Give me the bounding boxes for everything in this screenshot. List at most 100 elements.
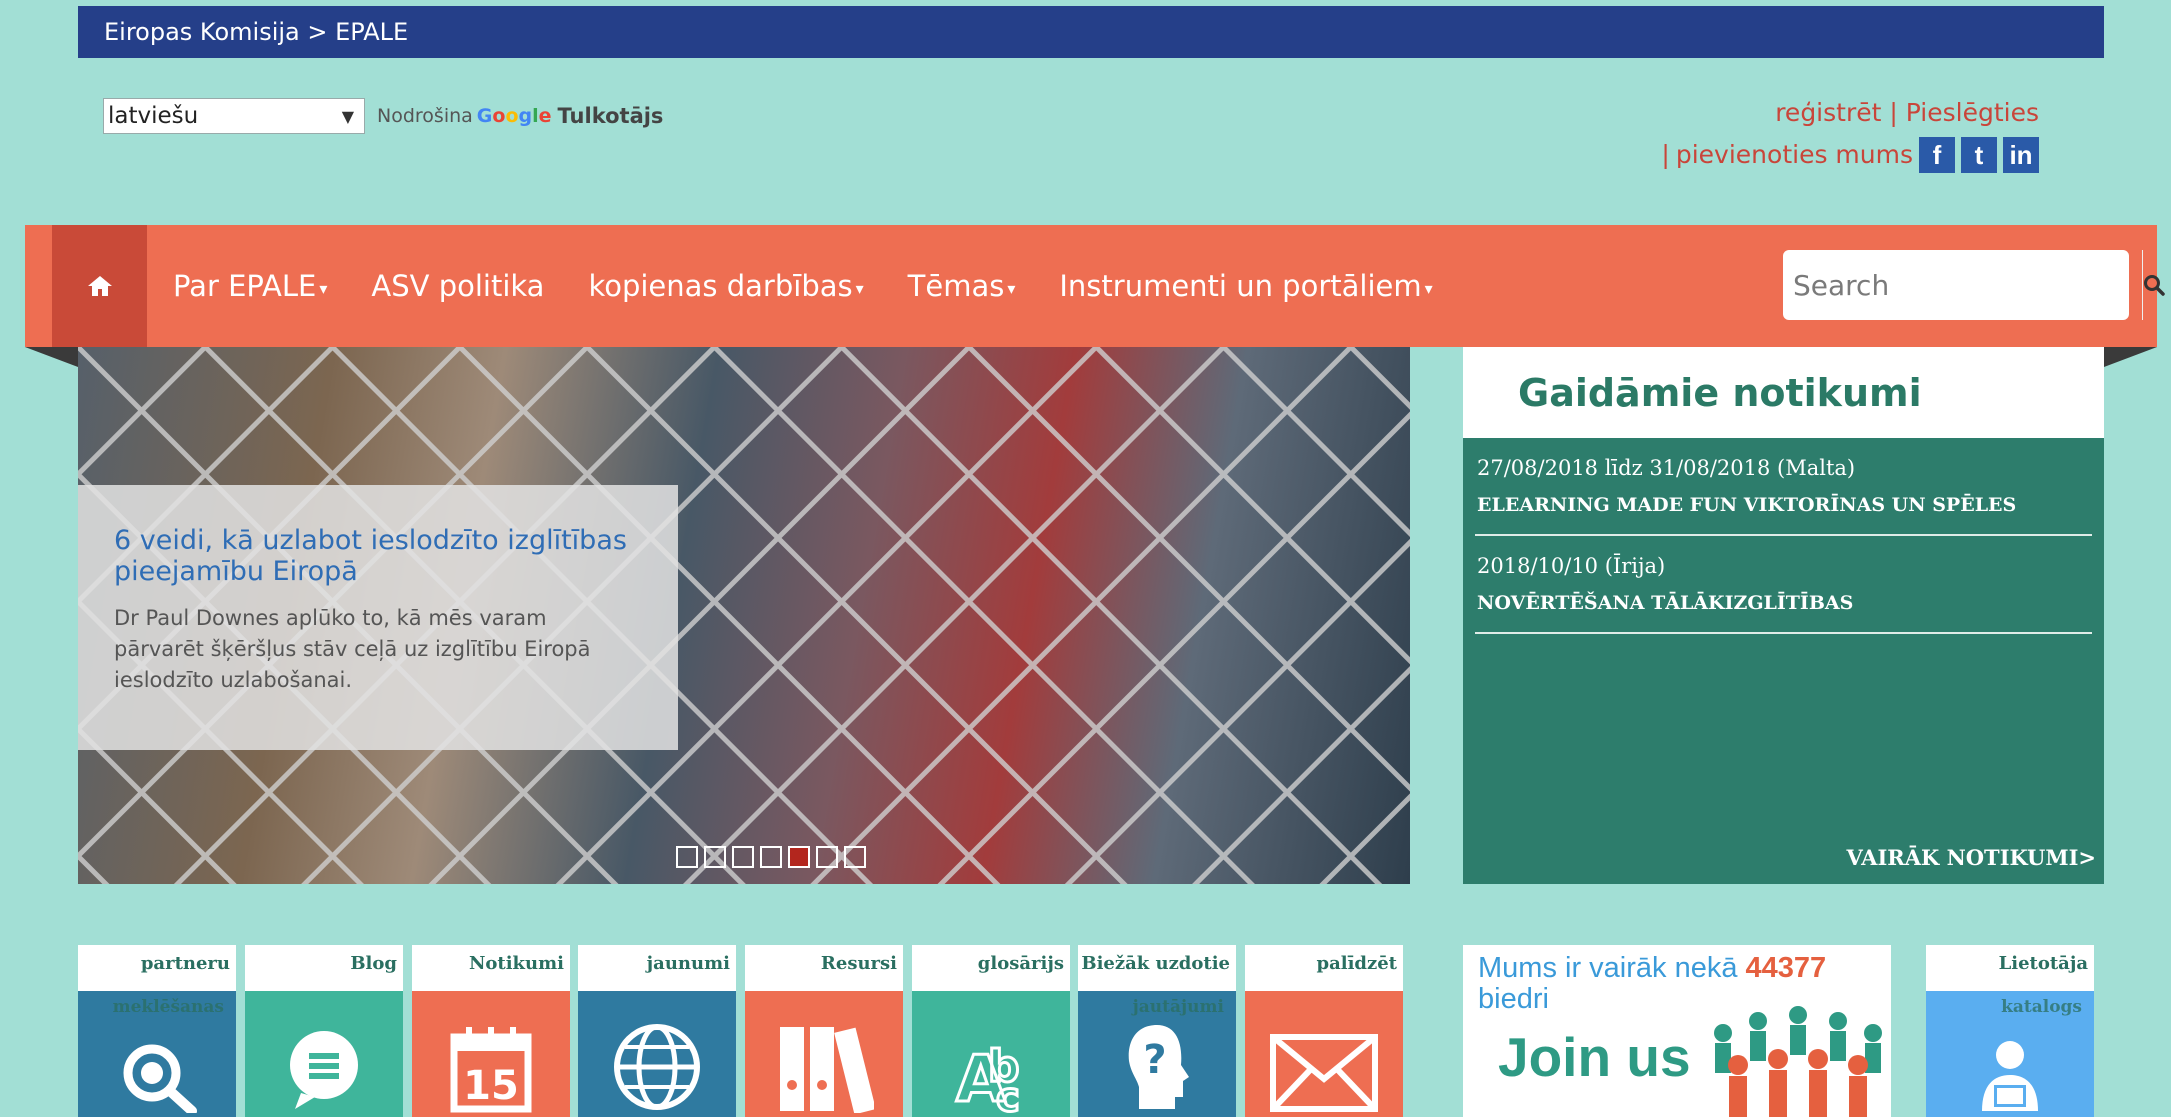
nav-item-label: Instrumenti un portāliem [1059, 269, 1422, 303]
slider-dot[interactable] [816, 846, 838, 868]
faq-icon: ? [1128, 1025, 1189, 1109]
google-letter: o [505, 105, 519, 127]
tile-body: Abc [912, 991, 1070, 1117]
tile-body: 15 [412, 991, 570, 1117]
upcoming-events: Gaidāmie notikumi 27/08/2018 līdz 31/08/… [1463, 347, 2104, 884]
crowd-icon [1714, 1006, 1882, 1117]
tile-body [745, 991, 903, 1117]
tile-body [245, 991, 403, 1117]
home-button[interactable] [52, 225, 147, 347]
members-text-after: biedri [1478, 983, 1549, 1015]
tile-user-directory[interactable]: Lietotāja katalogs [1926, 945, 2094, 1117]
event-item[interactable]: 2018/10/10 (Īrija) NOVĒRTĒŠANA TĀLĀKIZGL… [1475, 536, 2092, 634]
tile-label: Notikumi [412, 945, 570, 991]
nav-item-community[interactable]: kopienas darbības ▾ [588, 269, 863, 303]
slider-dot[interactable] [760, 846, 782, 868]
nav-items: Par EPALE ▾ ASV politika kopienas darbība… [151, 225, 1455, 347]
login-link[interactable]: Pieslēgties [1906, 98, 2039, 127]
tile-sublabel: katalogs [2001, 997, 2082, 1017]
event-date: 27/08/2018 līdz 31/08/2018 (Malta) [1477, 456, 1856, 480]
resources-icon [780, 1027, 874, 1113]
nav-item-label: Tēmas [907, 269, 1005, 303]
tile-label: Biežāk uzdotie [1078, 945, 1236, 991]
tile-label: Resursi [745, 945, 903, 991]
hero-title[interactable]: 6 veidi, kā uzlabot ieslodzīto izglītība… [114, 525, 642, 587]
nav-item-label: ASV politika [371, 269, 545, 303]
members-text-before: Mums ir vairāk nekā [1478, 952, 1746, 984]
slider-dot[interactable] [844, 846, 866, 868]
tile-events[interactable]: Notikumi 15 [412, 945, 570, 1117]
events-heading: Gaidāmie notikumi [1463, 347, 2104, 438]
search-button[interactable] [2142, 250, 2165, 320]
tile-news[interactable]: jaunumi [578, 945, 736, 1117]
hero-description: Dr Paul Downes aplūko to, kā mēs varam p… [114, 606, 591, 692]
language-select[interactable]: latviešu ▼ [103, 98, 365, 134]
members-banner[interactable]: Mums ir vairāk nekā 44377 biedri Join us [1463, 945, 1891, 1117]
linkedin-icon[interactable]: in [2003, 137, 2039, 173]
globe-icon [614, 1024, 700, 1110]
breadcrumb[interactable]: Eiropas Komisija > EPALE [104, 18, 408, 46]
slider-dot-active[interactable] [788, 846, 810, 868]
nav-item-themes[interactable]: Tēmas ▾ [908, 269, 1016, 303]
join-us-banner[interactable]: Join us [1498, 1025, 1691, 1089]
tile-sublabel: jautājumi [1132, 997, 1224, 1017]
glossary-icon: Abc [955, 1040, 1022, 1114]
language-value: latviešu [108, 103, 199, 129]
join-us-link[interactable]: pievienoties mums [1676, 134, 1913, 176]
tile-sublabel: meklēšanas [112, 997, 224, 1017]
google-letter: e [538, 105, 552, 127]
main-nav: Par EPALE ▾ ASV politika kopienas darbība… [25, 225, 2165, 347]
tile-partner-search[interactable]: partneru meklēšanas [78, 945, 236, 1117]
blog-icon [290, 1031, 358, 1109]
slider-dots [676, 846, 866, 868]
event-title[interactable]: ELEARNING MADE FUN VIKTORĪNAS UN SPĒLES [1477, 494, 2092, 516]
members-count: 44377 [1745, 952, 1827, 984]
tile-help[interactable]: palīdzēt [1245, 945, 1403, 1117]
tile-glossary[interactable]: glosārijs Abc [912, 945, 1070, 1117]
slider-dot[interactable] [732, 846, 754, 868]
slider-dot[interactable] [676, 846, 698, 868]
breadcrumb-bar: Eiropas Komisija > EPALE [78, 6, 2104, 58]
hero-slider[interactable]: 6 veidi, kā uzlabot ieslodzīto izglītība… [78, 347, 1410, 884]
event-title[interactable]: NOVĒRTĒŠANA TĀLĀKIZGLĪTĪBAS [1477, 592, 2092, 614]
tile-label: partneru [78, 945, 236, 991]
tile-body: jautājumi ? [1078, 991, 1236, 1117]
tile-label: Blog [245, 945, 403, 991]
tile-label: glosārijs [912, 945, 1070, 991]
svg-text:?: ? [1143, 1037, 1166, 1083]
caret-down-icon: ▾ [1424, 278, 1433, 298]
event-date: 2018/10/10 (Īrija) [1477, 554, 1666, 578]
google-letter: G [476, 105, 493, 127]
nav-item-par-epale[interactable]: Par EPALE ▾ [173, 269, 327, 303]
tile-blog[interactable]: Blog [245, 945, 403, 1117]
search-input[interactable] [1783, 250, 2142, 320]
svg-text:15: 15 [463, 1063, 519, 1109]
nav-fold [2104, 347, 2157, 367]
powered-by-text: Nodrošina [377, 105, 473, 127]
nav-item-tools[interactable]: Instrumenti un portāliem ▾ [1059, 269, 1432, 303]
translate-widget: latviešu ▼ Nodrošina Google Tulkotājs [103, 98, 663, 134]
nav-fold [25, 347, 78, 367]
search-icon [2144, 275, 2165, 296]
tile-body [578, 991, 736, 1117]
twitter-icon[interactable]: t [1961, 137, 1997, 173]
google-logo: Google [477, 105, 552, 127]
facebook-icon[interactable]: f [1919, 137, 1955, 173]
nav-item-policy[interactable]: ASV politika [371, 269, 544, 303]
translate-link[interactable]: Tulkotājs [558, 104, 664, 128]
tile-resources[interactable]: Resursi [745, 945, 903, 1117]
caret-down-icon: ▾ [319, 278, 328, 298]
caret-down-icon: ▾ [1007, 278, 1016, 298]
nav-item-label: kopienas darbības [588, 269, 853, 303]
event-item[interactable]: 27/08/2018 līdz 31/08/2018 (Malta) ELEAR… [1475, 438, 2092, 536]
google-letter: g [518, 105, 533, 127]
tile-body: katalogs [1926, 991, 2094, 1117]
auth-links: reģistrēt | Pieslēgties [1661, 92, 2039, 134]
chevron-down-icon: ▼ [341, 106, 354, 126]
separator: | [1889, 98, 1898, 127]
home-icon [87, 276, 112, 296]
tile-faq[interactable]: Biežāk uzdotie jautājumi ? [1078, 945, 1236, 1117]
more-events-link[interactable]: VAIRĀK NOTIKUMI> [1846, 845, 2096, 870]
register-link[interactable]: reģistrēt [1775, 98, 1881, 127]
slider-dot[interactable] [704, 846, 726, 868]
